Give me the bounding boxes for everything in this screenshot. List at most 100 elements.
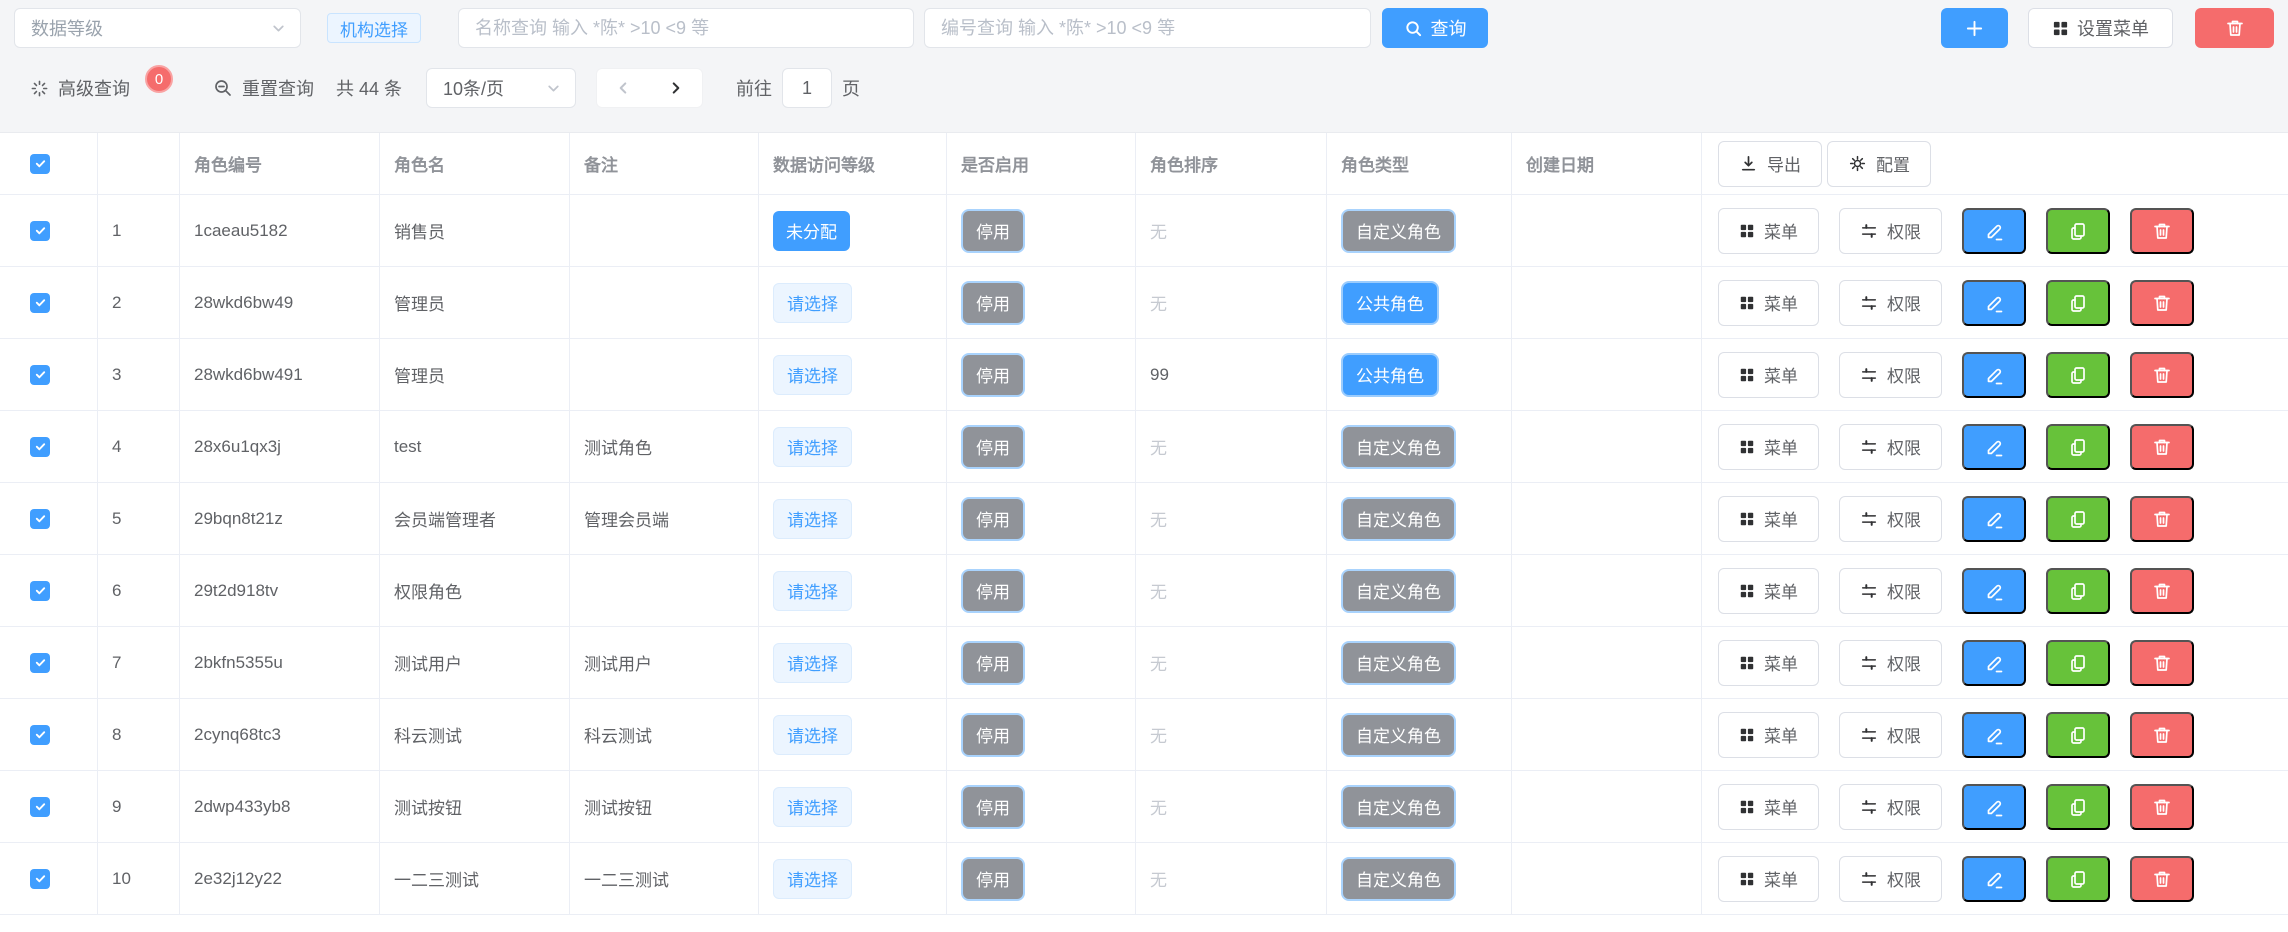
row-checkbox[interactable] [30, 581, 50, 601]
page-size-select[interactable]: 10条/页 [426, 68, 576, 108]
config-button[interactable]: 配置 [1827, 141, 1931, 187]
delete-button[interactable] [2130, 280, 2194, 326]
role-type-tag[interactable]: 公共角色 [1341, 281, 1439, 325]
goto-page-input[interactable] [782, 68, 832, 108]
copy-button[interactable] [2046, 352, 2110, 398]
delete-button[interactable] [2130, 496, 2194, 542]
role-type-tag[interactable]: 自定义角色 [1341, 209, 1456, 253]
add-button[interactable] [1941, 8, 2008, 48]
copy-button[interactable] [2046, 568, 2110, 614]
data-level-tag[interactable]: 请选择 [773, 427, 852, 467]
role-type-tag[interactable]: 自定义角色 [1341, 785, 1456, 829]
copy-button[interactable] [2046, 712, 2110, 758]
data-level-tag[interactable]: 请选择 [773, 859, 852, 899]
copy-button[interactable] [2046, 856, 2110, 902]
role-type-tag[interactable]: 自定义角色 [1341, 497, 1456, 541]
role-type-tag[interactable]: 公共角色 [1341, 353, 1439, 397]
data-level-tag[interactable]: 请选择 [773, 715, 852, 755]
edit-button[interactable] [1962, 208, 2026, 254]
permission-button[interactable]: 权限 [1839, 784, 1942, 830]
delete-button[interactable] [2130, 856, 2194, 902]
copy-button[interactable] [2046, 280, 2110, 326]
row-checkbox[interactable] [30, 653, 50, 673]
data-level-tag[interactable]: 请选择 [773, 355, 852, 395]
reset-query-link[interactable]: 重置查询 [213, 75, 314, 101]
menu-button[interactable]: 菜单 [1718, 784, 1819, 830]
data-level-tag[interactable]: 请选择 [773, 787, 852, 827]
status-tag[interactable]: 停用 [961, 785, 1025, 829]
delete-button[interactable] [2130, 712, 2194, 758]
role-type-tag[interactable]: 自定义角色 [1341, 569, 1456, 613]
data-level-tag[interactable]: 未分配 [773, 211, 850, 251]
role-type-tag[interactable]: 自定义角色 [1341, 713, 1456, 757]
copy-button[interactable] [2046, 496, 2110, 542]
edit-button[interactable] [1962, 712, 2026, 758]
data-level-tag[interactable]: 请选择 [773, 643, 852, 683]
edit-button[interactable] [1962, 424, 2026, 470]
status-tag[interactable]: 停用 [961, 713, 1025, 757]
delete-button[interactable] [2130, 568, 2194, 614]
menu-button[interactable]: 菜单 [1718, 280, 1819, 326]
edit-button[interactable] [1962, 856, 2026, 902]
data-level-tag[interactable]: 请选择 [773, 499, 852, 539]
copy-button[interactable] [2046, 424, 2110, 470]
menu-button[interactable]: 菜单 [1718, 496, 1819, 542]
status-tag[interactable]: 停用 [961, 425, 1025, 469]
export-button[interactable]: 导出 [1718, 141, 1822, 187]
permission-button[interactable]: 权限 [1839, 856, 1942, 902]
data-level-select[interactable]: 数据等级 [14, 8, 301, 48]
menu-button[interactable]: 菜单 [1718, 424, 1819, 470]
permission-button[interactable]: 权限 [1839, 712, 1942, 758]
copy-button[interactable] [2046, 784, 2110, 830]
next-page-button[interactable] [650, 69, 703, 107]
row-checkbox[interactable] [30, 509, 50, 529]
select-all-checkbox[interactable] [30, 154, 50, 174]
code-search-input[interactable] [924, 8, 1371, 48]
org-select-button[interactable]: 机构选择 [327, 13, 421, 43]
menu-button[interactable]: 菜单 [1718, 712, 1819, 758]
permission-button[interactable]: 权限 [1839, 280, 1942, 326]
permission-button[interactable]: 权限 [1839, 352, 1942, 398]
permission-button[interactable]: 权限 [1839, 424, 1942, 470]
status-tag[interactable]: 停用 [961, 209, 1025, 253]
role-type-tag[interactable]: 自定义角色 [1341, 641, 1456, 685]
menu-button[interactable]: 菜单 [1718, 352, 1819, 398]
status-tag[interactable]: 停用 [961, 857, 1025, 901]
edit-button[interactable] [1962, 784, 2026, 830]
row-checkbox[interactable] [30, 797, 50, 817]
copy-button[interactable] [2046, 640, 2110, 686]
menu-button[interactable]: 菜单 [1718, 640, 1819, 686]
status-tag[interactable]: 停用 [961, 569, 1025, 613]
edit-button[interactable] [1962, 568, 2026, 614]
role-type-tag[interactable]: 自定义角色 [1341, 857, 1456, 901]
delete-button[interactable] [2130, 640, 2194, 686]
data-level-tag[interactable]: 请选择 [773, 571, 852, 611]
row-checkbox[interactable] [30, 725, 50, 745]
status-tag[interactable]: 停用 [961, 497, 1025, 541]
edit-button[interactable] [1962, 280, 2026, 326]
row-checkbox[interactable] [30, 869, 50, 889]
role-type-tag[interactable]: 自定义角色 [1341, 425, 1456, 469]
edit-button[interactable] [1962, 496, 2026, 542]
permission-button[interactable]: 权限 [1839, 568, 1942, 614]
search-button[interactable]: 查询 [1382, 8, 1488, 48]
delete-button[interactable] [2130, 784, 2194, 830]
row-checkbox[interactable] [30, 365, 50, 385]
name-search-input[interactable] [458, 8, 914, 48]
advanced-query-link[interactable]: 高级查询 0 [30, 74, 173, 102]
copy-button[interactable] [2046, 208, 2110, 254]
menu-button[interactable]: 菜单 [1718, 208, 1819, 254]
permission-button[interactable]: 权限 [1839, 640, 1942, 686]
menu-button[interactable]: 菜单 [1718, 856, 1819, 902]
row-checkbox[interactable] [30, 221, 50, 241]
menu-button[interactable]: 菜单 [1718, 568, 1819, 614]
row-checkbox[interactable] [30, 437, 50, 457]
status-tag[interactable]: 停用 [961, 281, 1025, 325]
edit-button[interactable] [1962, 640, 2026, 686]
permission-button[interactable]: 权限 [1839, 496, 1942, 542]
delete-button[interactable] [2130, 208, 2194, 254]
delete-button[interactable] [2130, 424, 2194, 470]
row-checkbox[interactable] [30, 293, 50, 313]
data-level-tag[interactable]: 请选择 [773, 283, 852, 323]
delete-button[interactable] [2130, 352, 2194, 398]
